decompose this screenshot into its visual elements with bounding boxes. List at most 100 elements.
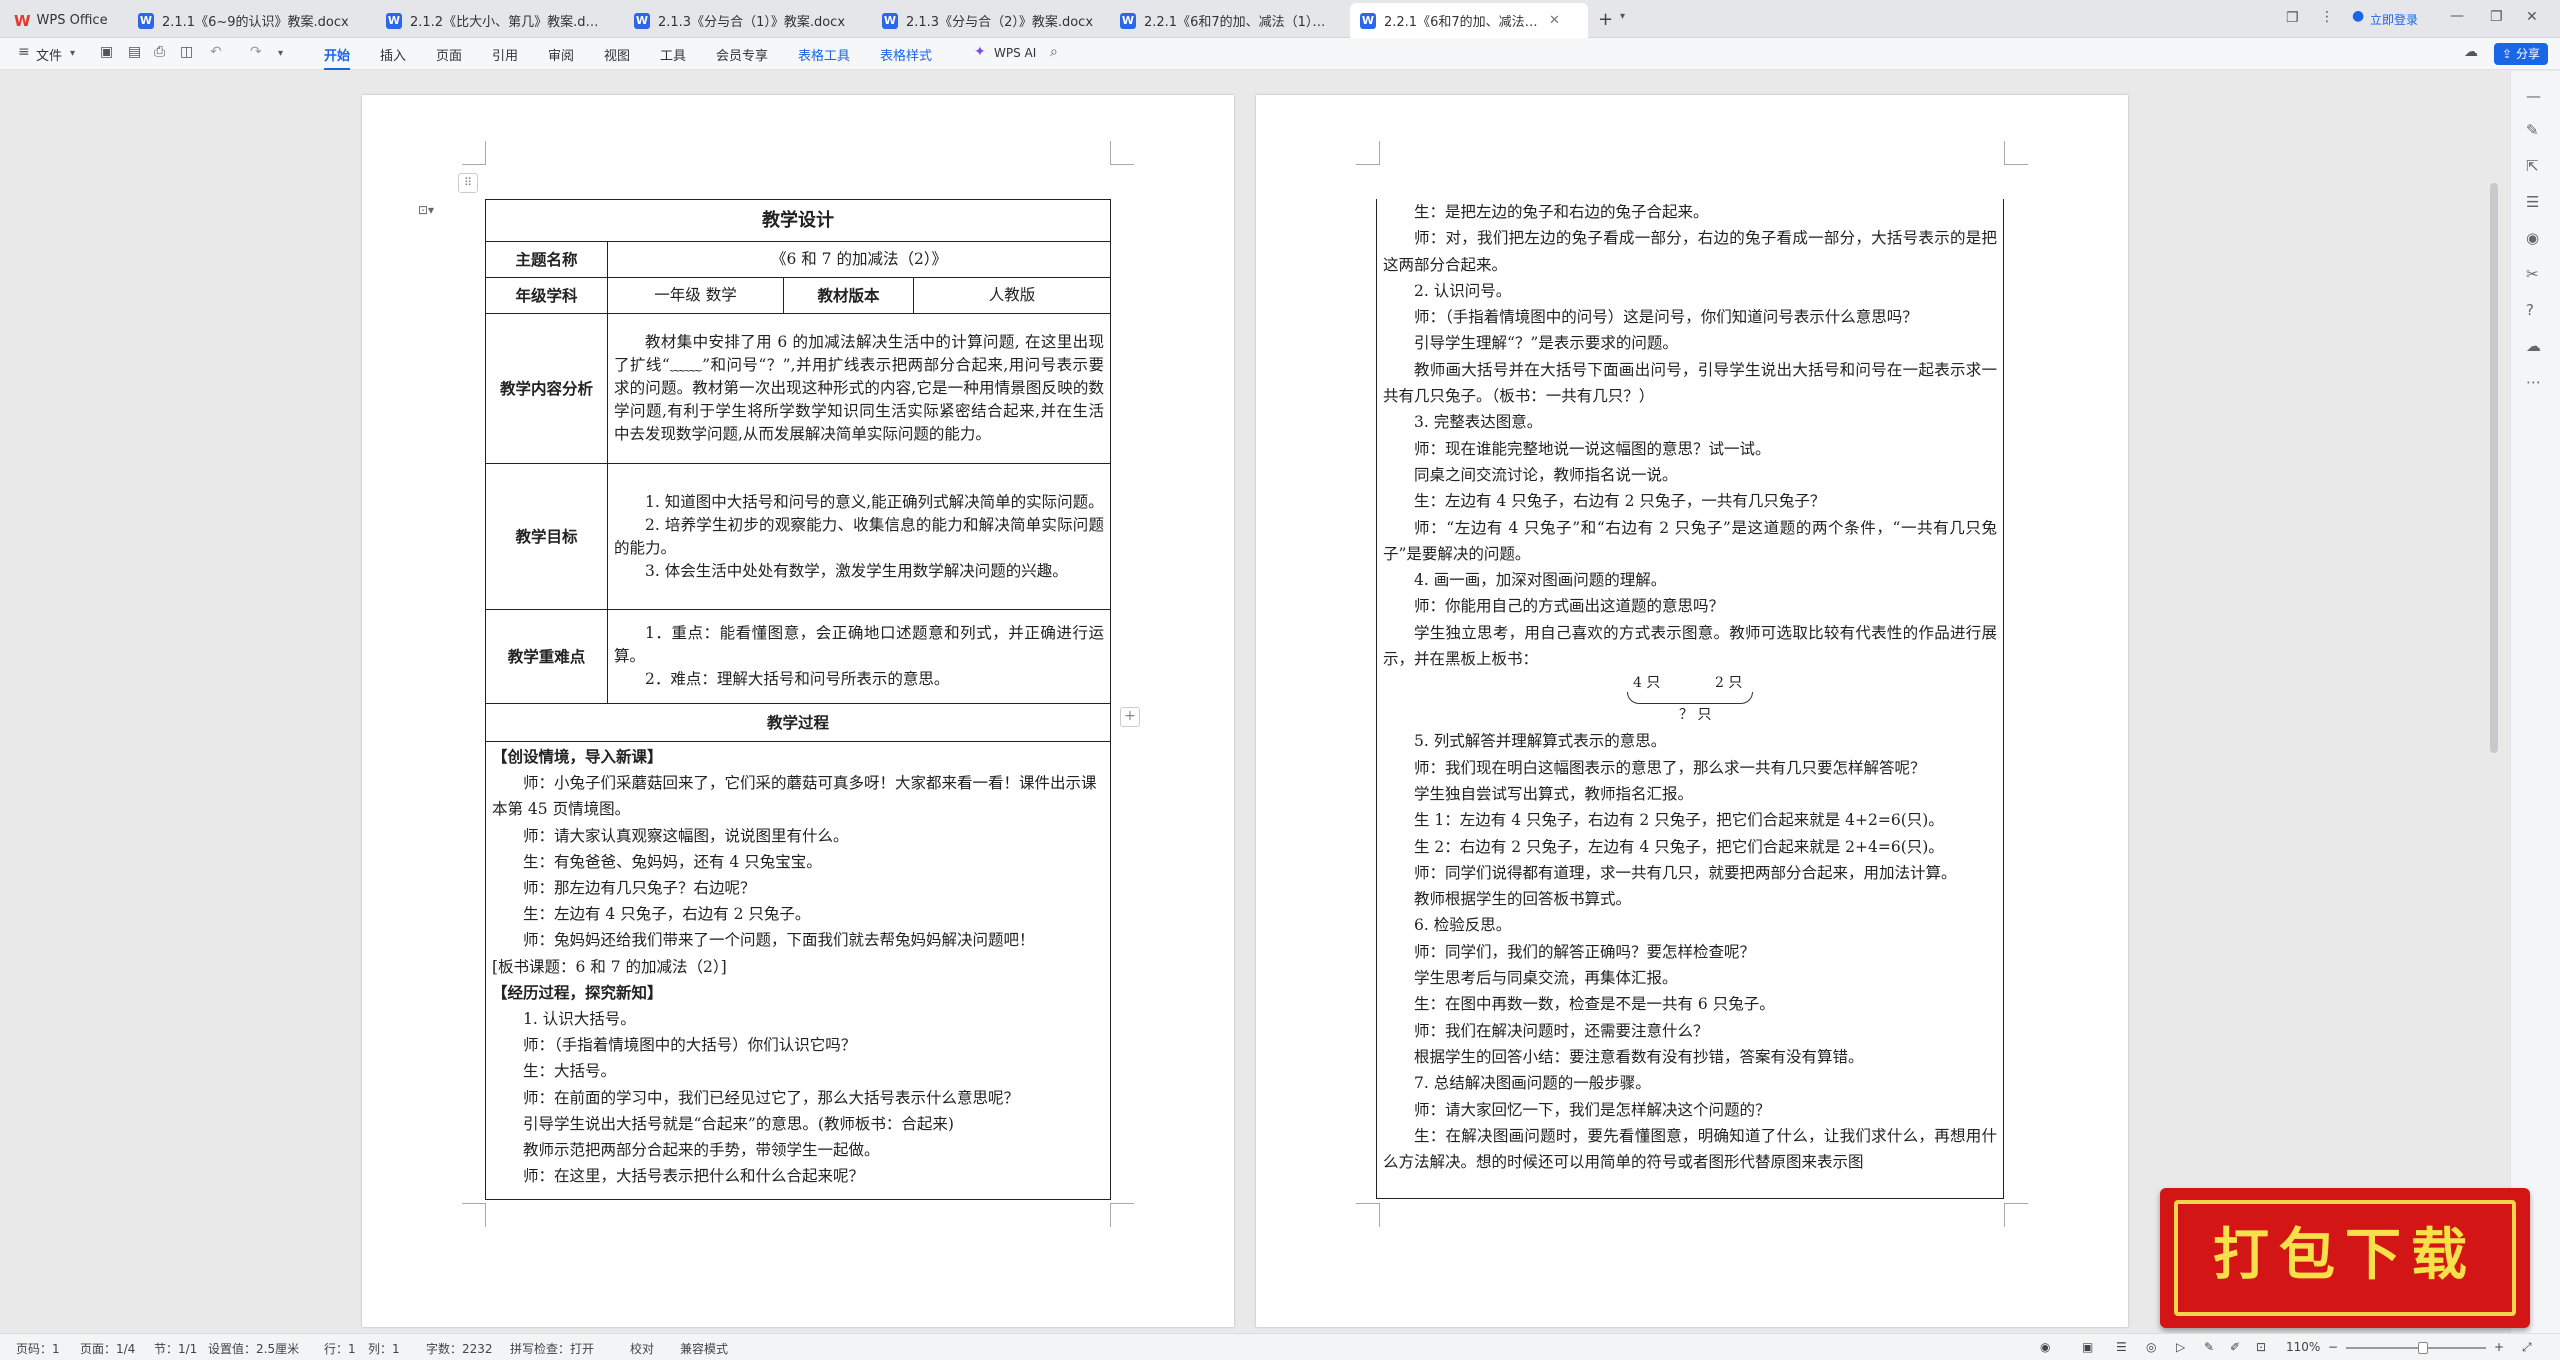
chevron-down-icon[interactable]: ▾ [278, 48, 283, 59]
select-icon[interactable]: ⇱ [2526, 157, 2539, 175]
redo-icon[interactable]: ↷ [250, 44, 262, 60]
close-window-icon[interactable]: ✕ [2526, 9, 2538, 25]
cloud-sync-icon[interactable]: ☁ [2464, 44, 2478, 60]
table-move-handle-icon[interactable]: ⠿ [458, 173, 478, 193]
tool-icon[interactable]: ✂ [2526, 265, 2539, 283]
goals-label: 教学目标 [485, 463, 608, 610]
write-mode-icon[interactable]: ✎ [2204, 1340, 2214, 1354]
chevron-down-icon[interactable]: ▾ [1620, 11, 1625, 22]
ribbon-tab-review[interactable]: 审阅 [548, 45, 574, 64]
cloud-icon[interactable]: ☁ [2526, 337, 2541, 355]
undo-icon[interactable]: ↶ [210, 44, 222, 60]
eye-protection-icon[interactable]: ◉ [2040, 1340, 2050, 1354]
tab-label: 2.1.2《比大小、第几》教案.docx [410, 15, 600, 30]
page-view-icon[interactable]: ▣ [2082, 1340, 2093, 1354]
new-tab-icon[interactable]: + [1598, 9, 1613, 30]
ribbon-tab-wps-ai[interactable]: WPS AI [994, 46, 1036, 60]
document-page-2[interactable]: 生：是把左边的兔子和右边的兔子合起来。 师：对，我们把左边的兔子看成一部分，右边的… [1256, 95, 2128, 1327]
zoom-slider[interactable] [2346, 1347, 2486, 1349]
document-workspace[interactable]: ⠿ ⊡▾ + 教学设计 主题名称 《6 和 7 的加减法（2）》 年级学科 一年… [0, 71, 2560, 1333]
web-view-icon[interactable]: ◎ [2146, 1340, 2156, 1354]
share-button[interactable]: ⇪ 分享 [2494, 43, 2548, 65]
zoom-level[interactable]: 110% [2286, 1340, 2320, 1354]
ribbon-tab-tools[interactable]: 工具 [660, 45, 686, 64]
window-mode-icon[interactable]: ❐ [2286, 10, 2299, 26]
tab-doc-active[interactable]: W 2.2.1《6和7的加、减法（2）》... ✕ [1350, 3, 1588, 38]
fullscreen-icon[interactable]: ⤢ [2522, 1340, 2532, 1355]
zoom-in-icon[interactable]: + [2494, 1340, 2504, 1354]
search-icon[interactable]: ⌕ [1050, 44, 1058, 60]
crop-mark [1356, 1203, 1380, 1227]
print-preview-icon[interactable]: ◫ [180, 44, 193, 60]
word-doc-icon: W [1120, 12, 1136, 29]
vertical-scrollbar[interactable] [2490, 183, 2498, 753]
ribbon-tab-insert[interactable]: 插入 [380, 45, 406, 64]
tab-doc-4[interactable]: W 2.1.3《分与合（2）》教案.docx [872, 3, 1110, 38]
right-tool-panel: — ✎ ⇱ ☰ ◉ ✂ ? ☁ ⋯ [2510, 71, 2560, 1333]
ribbon-tab-page[interactable]: 页面 [436, 45, 462, 64]
tab-doc-2[interactable]: W 2.1.2《比大小、第几》教案.docx [376, 3, 624, 38]
process-cell: 【创设情境，导入新课】 师：小兔子们采蘑菇回来了，它们采的蘑菇可真多呀！大家都来看… [485, 741, 1111, 1200]
process-paragraph: 生：左边有 4 只兔子，右边有 2 只兔子，一共有几只兔子？ [1414, 492, 1826, 511]
more-icon[interactable]: ⋯ [2526, 373, 2541, 391]
process-paragraph: 师：请大家认真观察这幅图，说说图里有什么。 [523, 826, 849, 845]
fit-page-icon[interactable]: ⊡ [2256, 1340, 2266, 1354]
status-page[interactable]: 页面：1/4 [80, 1340, 135, 1357]
status-spell-check[interactable]: 拼写检查：打开 [510, 1340, 594, 1357]
close-tab-icon[interactable]: ✕ [1549, 13, 1560, 28]
save-icon[interactable]: ▣ [100, 44, 113, 60]
user-icon[interactable]: ● [2352, 8, 2364, 24]
help-icon[interactable]: ? [2526, 301, 2534, 319]
status-proofread[interactable]: 校对 [630, 1340, 654, 1357]
add-row-icon[interactable]: + [1120, 707, 1140, 727]
tab-doc-5[interactable]: W 2.2.1《6和7的加、减法（1）》教案... [1110, 3, 1350, 38]
ribbon-tab-references[interactable]: 引用 [492, 45, 518, 64]
collapse-icon[interactable]: — [2526, 87, 2541, 105]
download-promo-banner[interactable]: 打包下载 [2160, 1188, 2530, 1328]
process-paragraph: 师：小兔子们采蘑菇回来了，它们采的蘑菇可真多呀！大家都来看一看！课件出示课本第 … [492, 774, 1097, 819]
export-pdf-icon[interactable]: ▤ [128, 44, 141, 60]
word-doc-icon: W [138, 12, 154, 29]
board-right-count: 2 只 [1715, 675, 1743, 692]
edit-icon[interactable]: ✎ [2526, 121, 2539, 139]
key-point-item: 1．重点：能看懂图意，会正确地口述题意和列式，并正确进行运算。 [614, 624, 1104, 665]
tab-wps-office[interactable]: W WPS Office [4, 3, 128, 38]
file-menu[interactable]: 文件 [36, 45, 62, 64]
tab-doc-1[interactable]: W 2.1.1《6~9的认识》教案.docx [128, 3, 376, 38]
style-icon[interactable]: ◉ [2526, 229, 2539, 247]
zoom-out-icon[interactable]: − [2328, 1340, 2338, 1354]
ribbon-tab-home[interactable]: 开始 [324, 45, 351, 70]
paragraph-mark-icon[interactable]: ⊡▾ [418, 203, 434, 217]
key-points-label: 教学重难点 [485, 609, 608, 704]
chevron-down-icon[interactable]: ▾ [70, 48, 75, 59]
process-paragraph: 师：（手指着情境图中的大括号）你们认识它吗？ [523, 1036, 857, 1055]
promo-label: 打包下载 [2213, 1222, 2477, 1288]
process-paragraph: 师：在前面的学习中，我们已经见过它了，那么大括号表示什么意思呢？ [523, 1088, 1020, 1107]
topic-label: 主题名称 [485, 241, 608, 278]
process-paragraph: 生：在图中再数一数，检查是不是一共有 6 只兔子。 [1414, 995, 1775, 1014]
ribbon-tab-view[interactable]: 视图 [604, 45, 630, 64]
crop-mark [1356, 141, 1380, 165]
lesson-plan-table[interactable]: 教学设计 主题名称 《6 和 7 的加减法（2）》 年级学科 一年级 数学 教材… [485, 199, 1111, 1200]
tab-doc-3[interactable]: W 2.1.3《分与合（1）》教案.docx [624, 3, 872, 38]
edition-value: 人教版 [913, 277, 1111, 314]
login-link[interactable]: 立即登录 [2370, 11, 2418, 28]
minimize-icon[interactable]: — [2450, 8, 2464, 24]
outline-view-icon[interactable]: ☰ [2116, 1340, 2127, 1354]
status-setting: 设置值：2.5厘米 [208, 1342, 300, 1356]
pen-icon[interactable]: ✐ [2230, 1340, 2240, 1354]
restore-icon[interactable]: ❐ [2490, 9, 2503, 25]
status-word-count[interactable]: 字数：2232 [426, 1340, 493, 1357]
apps-icon[interactable]: ⋮ [2320, 9, 2334, 25]
print-icon[interactable]: ⎙ [154, 44, 165, 60]
read-mode-icon[interactable]: ▷ [2176, 1340, 2185, 1354]
settings-icon[interactable]: ☰ [2526, 193, 2539, 211]
zoom-slider-thumb[interactable] [2418, 1342, 2428, 1354]
ribbon-tab-table-style[interactable]: 表格样式 [880, 45, 932, 64]
menu-icon[interactable]: ≡ [18, 44, 30, 60]
board-question: ？ 只 [1679, 707, 1712, 724]
document-page-1[interactable]: ⠿ ⊡▾ + 教学设计 主题名称 《6 和 7 的加减法（2）》 年级学科 一年… [362, 95, 1234, 1327]
ribbon-tab-member[interactable]: 会员专享 [716, 45, 768, 64]
process-paragraph: 5. 列式解答并理解算式表示的意思。 [1414, 732, 1667, 751]
ribbon-tab-table-tools[interactable]: 表格工具 [798, 45, 850, 64]
